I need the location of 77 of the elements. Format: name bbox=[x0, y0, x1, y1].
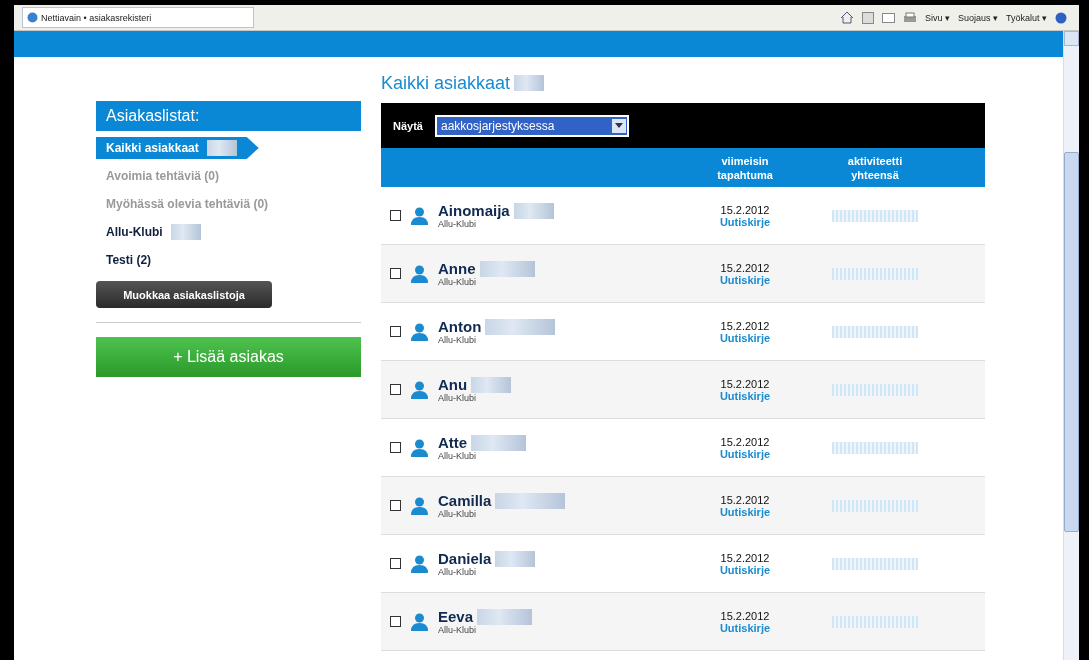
home-icon[interactable] bbox=[839, 11, 854, 24]
toolbar-menu[interactable]: Suojaus ▾ bbox=[957, 12, 998, 23]
redacted-block bbox=[471, 434, 527, 451]
customer-name[interactable]: Daniela bbox=[438, 550, 492, 567]
customer-group: Allu-Klubi bbox=[438, 451, 527, 461]
filter-label: Näytä bbox=[393, 119, 423, 132]
event-date: 15.2.2012 bbox=[720, 609, 770, 622]
customer-group: Allu-Klubi bbox=[438, 509, 566, 519]
redacted-block bbox=[513, 202, 554, 219]
redacted-block bbox=[514, 75, 545, 91]
browser-tab[interactable]: Nettiavain • asiakasrekisteri bbox=[22, 7, 254, 28]
list-label: Testi (2) bbox=[106, 253, 152, 267]
person-icon bbox=[411, 612, 428, 631]
list-item[interactable]: Testi (2) bbox=[96, 249, 162, 271]
event-date: 15.2.2012 bbox=[720, 493, 770, 506]
event-date: 15.2.2012 bbox=[720, 319, 770, 332]
column-header: aktiviteetti yhteensä bbox=[846, 153, 904, 182]
customer-name[interactable]: Anne bbox=[438, 260, 476, 277]
customer-name[interactable]: Atte bbox=[438, 434, 468, 451]
customer-name[interactable]: Eeva bbox=[438, 608, 474, 625]
row-checkbox[interactable] bbox=[390, 210, 401, 221]
event-date: 15.2.2012 bbox=[720, 377, 770, 390]
row-checkbox[interactable] bbox=[390, 268, 401, 279]
sort-dropdown[interactable]: aakkosjarjestyksessa bbox=[434, 114, 629, 137]
row-checkbox[interactable] bbox=[390, 442, 401, 453]
event-link[interactable]: Uutiskirje bbox=[719, 215, 771, 228]
customer-group: Allu-Klubi bbox=[438, 335, 556, 345]
event-date: 15.2.2012 bbox=[720, 203, 770, 216]
page-title: Kaikki asiakkaat bbox=[381, 72, 511, 94]
row-checkbox[interactable] bbox=[390, 616, 401, 627]
redacted-block bbox=[495, 550, 536, 567]
customer-name[interactable]: Anton bbox=[438, 318, 482, 335]
customer-name[interactable]: Ainomaija bbox=[438, 202, 510, 219]
customer-group: Allu-Klubi bbox=[438, 277, 535, 287]
list-item[interactable]: Kaikki asiakkaat bbox=[96, 137, 259, 159]
list-label: Myöhässä olevia tehtäviä (0) bbox=[106, 197, 269, 211]
person-icon bbox=[411, 380, 428, 399]
customer-name[interactable]: Camilla bbox=[438, 492, 492, 509]
toolbar-menu[interactable]: Työkalut ▾ bbox=[1005, 12, 1047, 23]
column-header: viimeisin tapahtuma bbox=[716, 153, 774, 182]
caret-icon bbox=[614, 123, 623, 128]
redacted-block bbox=[479, 260, 535, 277]
row-checkbox[interactable] bbox=[390, 500, 401, 511]
customer-group: Allu-Klubi bbox=[438, 219, 554, 229]
event-link[interactable]: Uutiskirje bbox=[719, 331, 771, 344]
person-icon bbox=[411, 554, 428, 573]
person-icon bbox=[411, 438, 428, 457]
list-item[interactable]: Allu-Klubi bbox=[96, 221, 211, 243]
edit-lists-button[interactable]: Muokkaa asiakaslistoja bbox=[96, 281, 272, 308]
list-label: Kaikki asiakkaat bbox=[106, 141, 199, 155]
event-link[interactable]: Uutiskirje bbox=[719, 447, 771, 460]
redacted-block bbox=[170, 224, 201, 240]
toolbar-menu[interactable]: Sivu ▾ bbox=[924, 12, 950, 23]
list-label: Avoimia tehtäviä (0) bbox=[106, 169, 219, 183]
sidebar-title: Asiakaslistat: bbox=[96, 101, 361, 131]
event-link[interactable]: Uutiskirje bbox=[719, 563, 771, 576]
person-icon bbox=[411, 264, 428, 283]
person-icon bbox=[411, 322, 428, 341]
row-checkbox[interactable] bbox=[390, 384, 401, 395]
customer-name[interactable]: Anu bbox=[438, 376, 468, 393]
redacted-block bbox=[485, 318, 556, 335]
redacted-block bbox=[477, 608, 533, 625]
redacted-block bbox=[471, 376, 512, 393]
customer-group: Allu-Klubi bbox=[438, 567, 536, 577]
customer-group: Allu-Klubi bbox=[438, 393, 512, 403]
event-date: 15.2.2012 bbox=[720, 261, 770, 274]
person-icon bbox=[411, 496, 428, 515]
list-label: Allu-Klubi bbox=[106, 225, 163, 239]
redacted-block bbox=[206, 140, 237, 156]
printer-icon[interactable] bbox=[902, 11, 917, 24]
event-date: 15.2.2012 bbox=[720, 435, 770, 448]
customer-group: Allu-Klubi bbox=[438, 625, 533, 635]
row-checkbox[interactable] bbox=[390, 326, 401, 337]
redacted-block bbox=[495, 492, 566, 509]
person-icon bbox=[411, 206, 428, 225]
event-date: 15.2.2012 bbox=[720, 551, 770, 564]
row-checkbox[interactable] bbox=[390, 558, 401, 569]
